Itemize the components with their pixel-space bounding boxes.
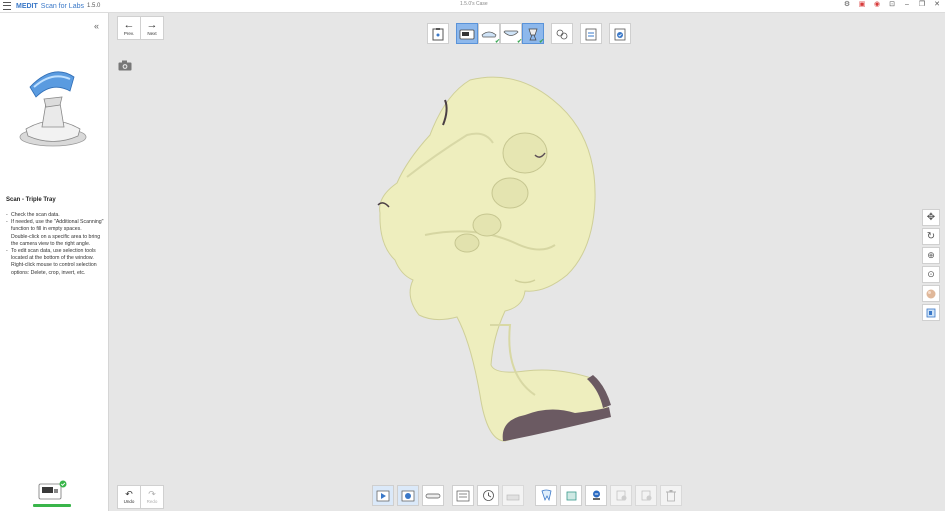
layers-icon [926, 308, 936, 317]
filter-button[interactable] [535, 485, 557, 506]
order-form-step[interactable] [427, 23, 449, 44]
instruction-item: Check the scan data. [6, 212, 104, 219]
align-data-step[interactable] [551, 23, 573, 44]
screen-capture-icon[interactable]: ▣ [858, 1, 866, 9]
settings-icon[interactable]: ⚙ [843, 1, 851, 9]
screenshot-camera-icon[interactable] [118, 60, 132, 71]
move-arrows-icon: ✥ [926, 212, 936, 223]
base-plate-icon [506, 494, 520, 500]
scanner-tray-icon [459, 29, 475, 39]
rotate-icon: ↻ [926, 231, 936, 242]
select-remove-icon [641, 490, 651, 501]
tooth-filter-icon [541, 489, 551, 502]
brand-logo: MEDIT [16, 2, 38, 10]
base-tool-button[interactable] [502, 485, 524, 506]
zoom-fit-icon: ⊙ [927, 269, 935, 279]
arrow-right-icon: → [146, 19, 158, 31]
app-version: 1.5.0 [86, 3, 101, 9]
data-tools-toolbar [452, 485, 527, 506]
next-button[interactable]: → Next [140, 16, 164, 40]
case-name: 1.5.0's Case [460, 1, 488, 7]
select-remove-button[interactable] [635, 485, 657, 506]
instruction-item: To edit scan data, use selection tools l… [6, 248, 104, 262]
select-add-icon [616, 490, 626, 501]
timeline-button[interactable] [477, 485, 499, 506]
triple-tray-scan-step[interactable] [456, 23, 478, 44]
minimize-icon[interactable]: – [903, 1, 911, 9]
scanner-status-icon [38, 480, 67, 500]
restore-icon[interactable]: ❐ [918, 1, 926, 9]
view-toolbar: ✥ ↻ ⊕ ⊙ [922, 209, 940, 321]
scanner-icon [425, 493, 441, 498]
zoom-fit-tool[interactable]: ⊙ [922, 266, 940, 283]
upper-scan-step[interactable]: ✔ [478, 23, 500, 45]
lower-jaw-icon [503, 30, 519, 36]
additional-scan-button[interactable] [397, 485, 419, 506]
edit-tools-toolbar [535, 485, 685, 506]
play-icon [376, 490, 390, 501]
menu-icon[interactable] [3, 2, 11, 10]
pan-tool[interactable]: ✥ [922, 209, 940, 226]
scanner-connection-bar [33, 504, 71, 507]
sliders-icon [585, 28, 597, 40]
trash-icon [666, 490, 676, 502]
triple-tray-illustration [19, 71, 87, 147]
list-icon [456, 490, 470, 501]
record-icon[interactable]: ◉ [873, 1, 881, 9]
close-icon[interactable]: ✕ [933, 1, 941, 9]
occlusion-tray-icon [528, 28, 538, 40]
undo-icon: ↶ [125, 489, 133, 499]
scan-list-button[interactable] [452, 485, 474, 506]
camera-icon[interactable]: ⊡ [888, 1, 896, 9]
prev-label: Prev. [123, 31, 135, 36]
instruction-item: Double-click on a specific area to bring… [11, 233, 101, 247]
complete-check-icon: ✔ [538, 39, 544, 45]
undo-label: Undo [123, 499, 135, 504]
data-display-toggle[interactable] [922, 304, 940, 321]
app-name: Scan for Labs [40, 2, 84, 10]
upper-jaw-icon [481, 31, 497, 37]
redo-button[interactable]: ↷ Redo [140, 485, 164, 509]
lock-area-button[interactable] [560, 485, 582, 506]
zoom-in-tool[interactable]: ⊕ [922, 247, 940, 264]
delete-button[interactable] [660, 485, 682, 506]
instruction-list: Check the scan data. If needed, use the … [6, 212, 104, 277]
start-scan-button[interactable] [372, 485, 394, 506]
align-teeth-icon [556, 29, 568, 39]
occlusion-scan-step[interactable]: ✔ [522, 23, 544, 45]
selection-tool-button[interactable] [585, 485, 607, 506]
additional-scan-icon [401, 490, 415, 501]
instruction-item: Right-click mouse to control selection o… [11, 262, 97, 276]
redo-label: Redo [146, 499, 158, 504]
undo-button[interactable]: ↶ Undo [117, 485, 141, 509]
prev-button[interactable]: ← Prev. [117, 16, 141, 40]
guide-sidebar: « Scan - Triple Tray Check the scan data… [0, 13, 109, 511]
lock-area-icon [566, 491, 576, 501]
step-title: Scan - Triple Tray [6, 197, 56, 203]
clipboard-icon [432, 27, 444, 40]
collapse-sidebar-icon[interactable]: « [94, 21, 99, 31]
redo-icon: ↷ [148, 489, 156, 499]
select-add-button[interactable] [610, 485, 632, 506]
data-processing-step[interactable] [580, 23, 602, 44]
next-label: Next [147, 31, 157, 36]
rotate-tool[interactable]: ↻ [922, 228, 940, 245]
texture-sphere-icon [926, 289, 936, 298]
workflow-toolbar: ✔ ✔ ✔ [427, 23, 638, 45]
title-bar: MEDIT Scan for Labs 1.5.0 1.5.0's Case ⚙… [0, 0, 945, 13]
scan-settings-button[interactable] [422, 485, 444, 506]
history-clock-icon [482, 490, 494, 501]
scan-control-toolbar [372, 485, 447, 506]
scan-model-3d-view[interactable] [375, 75, 615, 445]
complete-step[interactable] [609, 23, 631, 44]
complete-clipboard-icon [614, 28, 626, 40]
zoom-in-icon: ⊕ [927, 250, 935, 260]
texture-toggle[interactable] [922, 285, 940, 302]
instruction-item: If needed, use the "Additional Scanning"… [6, 219, 104, 233]
arrow-left-icon: ← [123, 19, 135, 31]
lower-scan-step[interactable]: ✔ [500, 23, 522, 45]
minus-circle-icon [592, 490, 600, 500]
